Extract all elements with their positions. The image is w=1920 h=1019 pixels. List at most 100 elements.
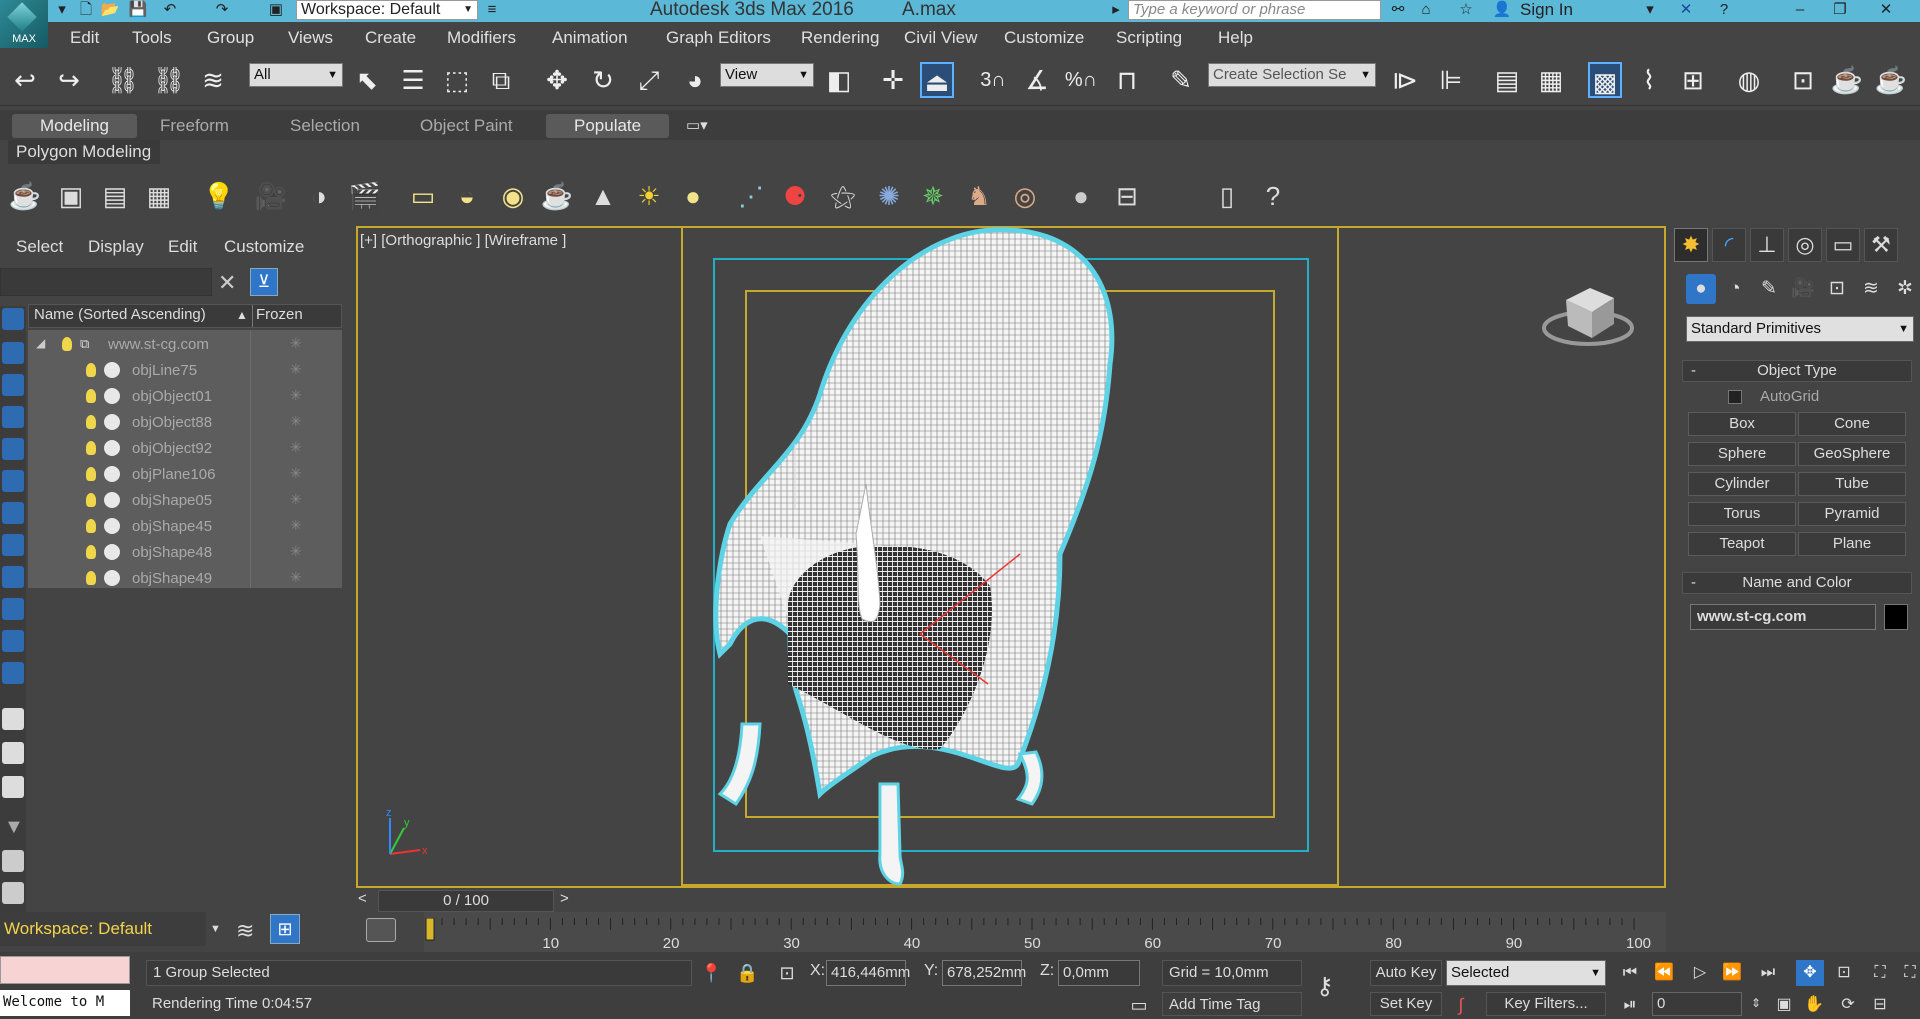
tab-create[interactable]: ✸ xyxy=(1674,228,1708,262)
exchange-icon[interactable]: ✕ xyxy=(1676,1,1696,19)
redo-icon[interactable]: ↪ xyxy=(52,62,86,98)
next-frame-arrow[interactable]: > xyxy=(560,890,569,907)
default-tangents-icon[interactable]: ∫ xyxy=(1450,992,1472,1018)
funnel-icon[interactable]: ▼ xyxy=(4,816,24,839)
teapot-icon[interactable]: ☕ xyxy=(8,178,42,214)
tab-freeform[interactable]: Freeform xyxy=(132,114,257,138)
lightbulb-icon[interactable] xyxy=(86,441,96,455)
menu-scripting[interactable]: Scripting xyxy=(1116,28,1182,48)
menu-customize[interactable]: Customize xyxy=(1004,28,1084,48)
curve-editor-icon[interactable]: ⌇ xyxy=(1632,62,1666,98)
tab-object-paint[interactable]: Object Paint xyxy=(392,114,541,138)
scale-icon[interactable]: ⤢ xyxy=(632,62,666,98)
chevron-down-icon[interactable]: ▾ xyxy=(1640,1,1660,19)
lightbulb-icon[interactable] xyxy=(86,545,96,559)
hair-icon[interactable]: ♞ xyxy=(962,178,996,214)
menu-icon[interactable]: ≡ xyxy=(482,1,502,19)
lightbulb-icon[interactable] xyxy=(86,519,96,533)
menu-create[interactable]: Create xyxy=(365,28,416,48)
explorer-menu-edit[interactable]: Edit xyxy=(168,237,197,257)
tree-row-object[interactable]: objObject01 ✳ xyxy=(28,384,342,409)
lightbulb-icon[interactable] xyxy=(86,493,96,507)
tree-row-group[interactable]: ◢ ⧉ www.st-cg.com ✳ xyxy=(28,332,342,357)
autogrid-checkbox[interactable] xyxy=(1728,390,1742,404)
grid-table-icon[interactable]: ▦ xyxy=(142,178,176,214)
teapot-light-icon[interactable]: ☕ xyxy=(540,178,574,214)
curve-editor-mini-icon[interactable] xyxy=(366,918,396,942)
bind-space-warp-icon[interactable]: ≋ xyxy=(196,62,230,98)
current-frame-field[interactable]: 0 xyxy=(1652,992,1742,1016)
tree-row-object[interactable]: objShape49 ✳ xyxy=(28,566,342,591)
manipulate-icon[interactable]: ✛ xyxy=(876,62,910,98)
object-name-field[interactable]: www.st-cg.com xyxy=(1690,604,1876,630)
help-icon[interactable]: ? xyxy=(1256,178,1290,214)
freeze-icon[interactable]: ✳ xyxy=(290,543,302,560)
layer-explorer-icon[interactable]: ▤ xyxy=(1490,62,1524,98)
link-icon[interactable]: ⛓ xyxy=(106,62,140,98)
ribbon-options-icon[interactable]: ▭▾ xyxy=(686,116,708,134)
align-icon[interactable]: ⊫ xyxy=(1434,62,1468,98)
add-time-tag-button[interactable]: Add Time Tag xyxy=(1162,992,1302,1016)
isolate-selection-icon[interactable]: 📍 xyxy=(700,960,722,986)
tube-button[interactable]: Tube xyxy=(1798,472,1906,496)
polygon-modeling-panel-label[interactable]: Polygon Modeling xyxy=(8,140,160,164)
layers-icon[interactable]: ≋ xyxy=(236,918,254,944)
scene-explorer-icon[interactable]: ▩ xyxy=(1588,62,1622,98)
search-input[interactable]: Type a keyword or phrase xyxy=(1128,0,1381,20)
explorer-menu-customize[interactable]: Customize xyxy=(224,237,304,257)
key-icon[interactable]: ⚷ xyxy=(1316,972,1334,1001)
project-folder-icon[interactable]: ▣ xyxy=(266,1,286,19)
tab-modify[interactable]: ◜ xyxy=(1712,228,1746,262)
new-file-icon[interactable]: 🗋 xyxy=(76,1,96,19)
mesh-icon[interactable]: ⋰ xyxy=(734,178,768,214)
freeze-icon[interactable]: ✳ xyxy=(290,491,302,508)
sign-in-link[interactable]: Sign In xyxy=(1520,0,1573,20)
column-name-header[interactable]: Name (Sorted Ascending) xyxy=(34,306,206,323)
torus-button[interactable]: Torus xyxy=(1688,502,1796,526)
help-icon[interactable]: ? xyxy=(1714,1,1734,19)
zoom-extents-all-icon[interactable]: ⊡ xyxy=(1830,960,1858,986)
freeze-icon[interactable]: ✳ xyxy=(290,361,302,378)
render-production-icon[interactable]: ☕ xyxy=(1874,62,1908,98)
display-xrefs-icon[interactable] xyxy=(2,534,24,556)
lightbulb-icon[interactable] xyxy=(86,363,96,377)
display-frozen-icon[interactable] xyxy=(2,630,24,652)
absolute-mode-icon[interactable]: ⊡ xyxy=(776,960,798,986)
unlink-icon[interactable]: ⛓ xyxy=(152,62,186,98)
named-selection-set-dropdown[interactable]: Create Selection Se ▼ xyxy=(1208,63,1376,87)
user-icon[interactable]: 👤 xyxy=(1492,1,1512,19)
undo-icon[interactable]: ↶ xyxy=(160,1,180,19)
name-and-color-rollout[interactable]: - Name and Color xyxy=(1682,572,1912,594)
film-camera-icon[interactable]: 🎬 xyxy=(348,178,382,214)
dome-light-icon[interactable]: ◒ xyxy=(450,178,484,214)
explorer-search-input[interactable] xyxy=(0,268,212,296)
tree-row-object[interactable]: objObject92 ✳ xyxy=(28,436,342,461)
menu-tools[interactable]: Tools xyxy=(132,28,172,48)
mirror-icon[interactable]: ⧐ xyxy=(1388,62,1422,98)
set-key-button[interactable]: Set Key xyxy=(1370,992,1442,1016)
menu-modifiers[interactable]: Modifiers xyxy=(447,28,516,48)
restore-icon[interactable]: ❐ xyxy=(1830,1,1850,19)
armchair-wireframe[interactable] xyxy=(700,224,1260,888)
display-containers-icon[interactable] xyxy=(2,598,24,620)
tree-row-object[interactable]: objShape05 ✳ xyxy=(28,488,342,513)
geosphere-button[interactable]: GeoSphere xyxy=(1798,442,1906,466)
select-by-name-icon[interactable]: ☰ xyxy=(396,62,430,98)
time-slider-thumb[interactable]: 0 / 100 xyxy=(378,890,554,912)
light-lister-icon[interactable]: 💡 xyxy=(202,178,236,214)
cone-button[interactable]: Cone xyxy=(1798,412,1906,436)
x-coordinate-field[interactable]: 416,446mm xyxy=(826,960,910,986)
tree-row-object[interactable]: objLine75 ✳ xyxy=(28,358,342,383)
workspace-dropdown[interactable]: Workspace: Default ▼ xyxy=(296,0,478,20)
display-helpers-icon[interactable] xyxy=(2,438,24,460)
tab-populate[interactable]: Populate xyxy=(546,114,670,138)
object-color-swatch[interactable] xyxy=(1884,604,1908,630)
play-icon[interactable]: ▷ xyxy=(1686,960,1714,986)
maxscript-output[interactable]: Welcome to M xyxy=(0,990,130,1016)
display-groups-icon[interactable] xyxy=(2,502,24,524)
viewcube-icon[interactable] xyxy=(1540,270,1636,350)
pivot-center-icon[interactable]: ◧ xyxy=(822,62,856,98)
freeze-icon[interactable]: ✳ xyxy=(290,465,302,482)
scatter-icon[interactable]: ⚝ xyxy=(826,178,860,214)
viewport-label[interactable]: [+] [Orthographic ] [Wireframe ] xyxy=(360,232,566,249)
